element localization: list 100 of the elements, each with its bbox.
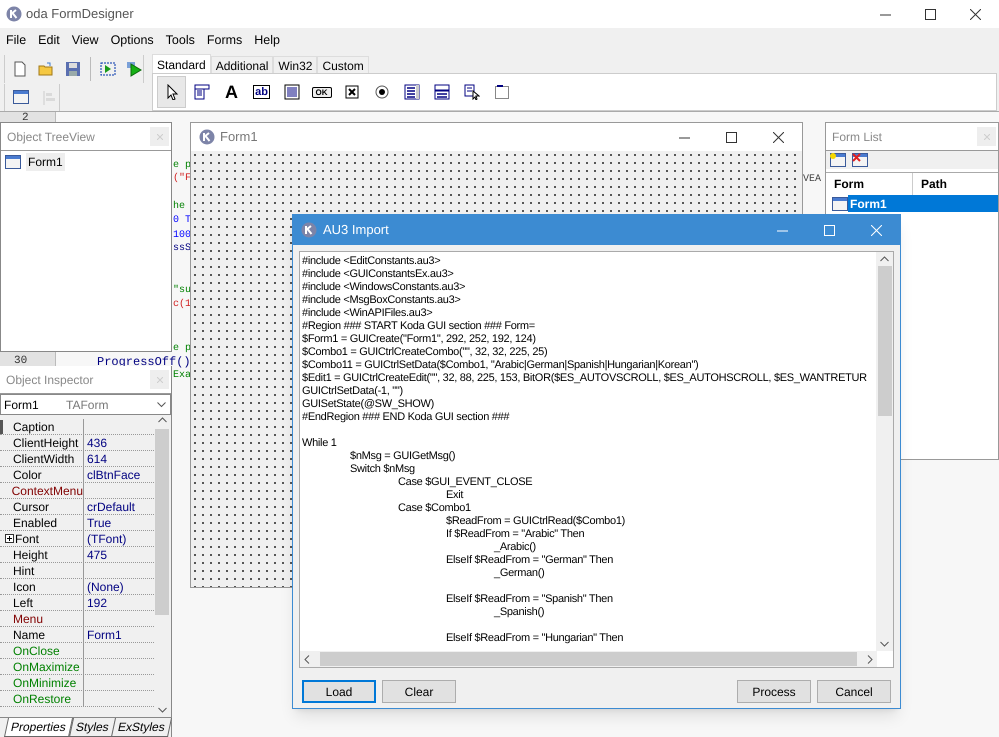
property-name[interactable]: OnMinimize xyxy=(13,674,76,692)
remove-form-button[interactable] xyxy=(852,153,868,167)
code-fragment: 100 xyxy=(173,230,192,242)
maximize-icon[interactable] xyxy=(726,132,737,142)
code-fragment: 0 T xyxy=(173,215,192,227)
window-icon xyxy=(5,155,21,169)
property-name[interactable]: Color xyxy=(13,466,42,484)
list-pointer-icon xyxy=(464,84,480,100)
inspector-tab[interactable]: ExStyles xyxy=(111,718,172,737)
scrollbar[interactable] xyxy=(154,417,170,713)
folder-icon xyxy=(38,61,54,77)
property-name[interactable]: ContextMenu xyxy=(12,482,83,500)
property-name[interactable]: Height xyxy=(13,546,48,564)
close-icon[interactable] xyxy=(970,8,981,20)
palette-tab[interactable]: Win32 xyxy=(273,56,318,74)
property-value[interactable]: Form1 xyxy=(84,626,122,644)
inspector-tab[interactable]: Properties xyxy=(4,718,73,737)
panel-icon xyxy=(194,84,210,100)
dashed-play-icon xyxy=(100,61,116,77)
property-name[interactable]: Font xyxy=(15,530,40,548)
property-value[interactable]: crDefault xyxy=(84,498,136,516)
menu-item[interactable]: View xyxy=(72,30,99,50)
property-name[interactable]: Name xyxy=(13,626,46,644)
property-name[interactable]: OnRestore xyxy=(13,690,72,708)
property-name[interactable]: OnMaximize xyxy=(13,658,80,676)
combo-box-icon xyxy=(434,84,450,100)
panel-title: Object Inspector xyxy=(6,372,94,388)
property-name[interactable]: OnClose xyxy=(13,642,60,660)
property-value[interactable]: (TFont) xyxy=(84,530,126,548)
scroll-up-icon xyxy=(880,256,889,262)
property-name[interactable]: Icon xyxy=(13,578,36,596)
property-name[interactable]: Left xyxy=(13,594,34,612)
code-fragment: "su xyxy=(173,285,192,297)
menu-item[interactable]: File xyxy=(6,30,26,50)
dialog-button[interactable]: Process xyxy=(737,680,811,703)
palette-tool-button[interactable]: OK xyxy=(307,76,336,108)
horizontal-scrollbar[interactable] xyxy=(300,651,877,667)
dialog-title: AU3 Import xyxy=(323,221,390,240)
property-name[interactable]: Enabled xyxy=(13,514,58,532)
palette-tab[interactable]: Additional xyxy=(210,56,274,74)
property-name[interactable]: Cursor xyxy=(13,498,50,516)
menu-item[interactable]: Forms xyxy=(206,30,242,50)
menu-item[interactable]: Tools xyxy=(166,30,195,50)
menu-item[interactable]: Edit xyxy=(38,30,60,50)
dialog-button[interactable]: Cancel xyxy=(817,680,891,703)
property-name[interactable]: Caption xyxy=(13,418,54,436)
scroll-down-icon xyxy=(158,707,166,713)
form-title: Form1 xyxy=(220,128,259,146)
code-fragment: Exa xyxy=(173,370,192,382)
window-icon xyxy=(832,196,848,210)
menu-item[interactable]: Options xyxy=(110,30,154,50)
palette-tool-button[interactable]: ab xyxy=(247,76,276,108)
window-icon xyxy=(13,90,29,106)
palette-tab[interactable]: Standard xyxy=(152,54,211,74)
expand-icon xyxy=(5,534,14,543)
property-name[interactable]: Hint xyxy=(13,562,34,580)
scroll-left-icon xyxy=(304,654,310,664)
close-icon[interactable] xyxy=(773,132,784,142)
code-fragment: ("F xyxy=(173,173,192,185)
palette-tool-button[interactable]: A xyxy=(217,76,246,108)
property-value[interactable]: 436 xyxy=(84,434,108,452)
code-fragment: VEA xyxy=(803,174,822,186)
close-icon xyxy=(156,376,162,382)
property-value[interactable]: True xyxy=(84,514,112,532)
object-name: Form1 xyxy=(4,396,40,414)
scroll-down-icon xyxy=(880,641,889,647)
property-name[interactable]: ClientHeight xyxy=(13,434,78,452)
list-row[interactable]: Form1 xyxy=(848,195,998,212)
code-field[interactable]: #include <EditConstants.au3> #include <GUIConstantsEx.au3> #include <WindowsConstants.au3> #include <MsgBoxConstants.au3> #include <WinAPIFiles.au3> #Region ### START Koda GUI section ### Form= $Form1 = GUICreate("Form1", 292, 252, 192, 124) $Combo1 = GUICtrlCreateCombo("", 32, 32, 225, 25) $Combo11 = GUICtrlSetData($Combo1, "Arabic|German|Spanish|Hungarian|Korean") $Edit1 = GUICtrlCreateEdit("", 32, 88, 225, 153, BitOR($ES_AUTOVSCROLL, $ES_AUTOHSCROLL, $ES_WANTRETUR GUICtrlSetData(-1, "") GUISetState(@SW_SHOW) #EndRegion ### END Koda GUI section ### While 1 $nMsg = GUIGetMsg() Switch $nMsg Case $GUI_EVENT_CLOSE Exit Case $Combo1 $ReadFrom = GUICtrlRead($Combo1) If $ReadFrom = "Arabic" Then _Arabic() ElseIf $ReadFrom = "German" Then _German() ElseIf $ReadFrom = "Spanish" Then _Spanish() ElseIf $ReadFrom = "Hungarian" Then xyxy=(299,251,894,668)
inspector-tab[interactable]: Styles xyxy=(68,718,116,737)
maximize-icon[interactable] xyxy=(925,8,936,20)
column-header[interactable]: Path xyxy=(913,172,948,196)
object-combo-box[interactable]: Form1 TAForm xyxy=(0,394,171,415)
group-box-icon xyxy=(494,84,510,100)
property-name[interactable]: Menu xyxy=(13,610,44,628)
dialog-button[interactable]: Load xyxy=(302,680,376,703)
property-value[interactable]: 614 xyxy=(84,450,108,468)
code-fragment: he xyxy=(173,201,186,213)
property-value[interactable]: clBtnFace xyxy=(84,466,140,484)
menu-item[interactable]: Help xyxy=(254,30,280,50)
list-box-icon xyxy=(404,84,420,100)
play-icon xyxy=(126,61,142,77)
dialog-button[interactable]: Clear xyxy=(382,680,456,703)
tree-item[interactable]: Form1 xyxy=(26,153,65,171)
property-value[interactable]: 475 xyxy=(84,546,108,564)
panel-title: Object TreeView xyxy=(7,128,95,146)
line-number: 30 xyxy=(14,355,28,367)
new-form-button[interactable] xyxy=(830,153,846,167)
palette-tool-button[interactable] xyxy=(157,76,186,108)
align-icon xyxy=(41,90,57,106)
code-fragment: ProgressOff() xyxy=(97,356,191,368)
memo-icon xyxy=(284,84,300,100)
palette-tab[interactable]: Custom xyxy=(317,56,369,74)
property-name[interactable]: ClientWidth xyxy=(13,450,74,468)
window-title: oda FormDesigner xyxy=(26,5,135,24)
property-value[interactable]: 192 xyxy=(84,594,108,612)
chevron-down-icon xyxy=(157,402,166,408)
property-value[interactable]: (None) xyxy=(84,578,124,596)
vertical-scrollbar[interactable] xyxy=(876,252,893,651)
dotted-circle-icon xyxy=(374,84,390,100)
